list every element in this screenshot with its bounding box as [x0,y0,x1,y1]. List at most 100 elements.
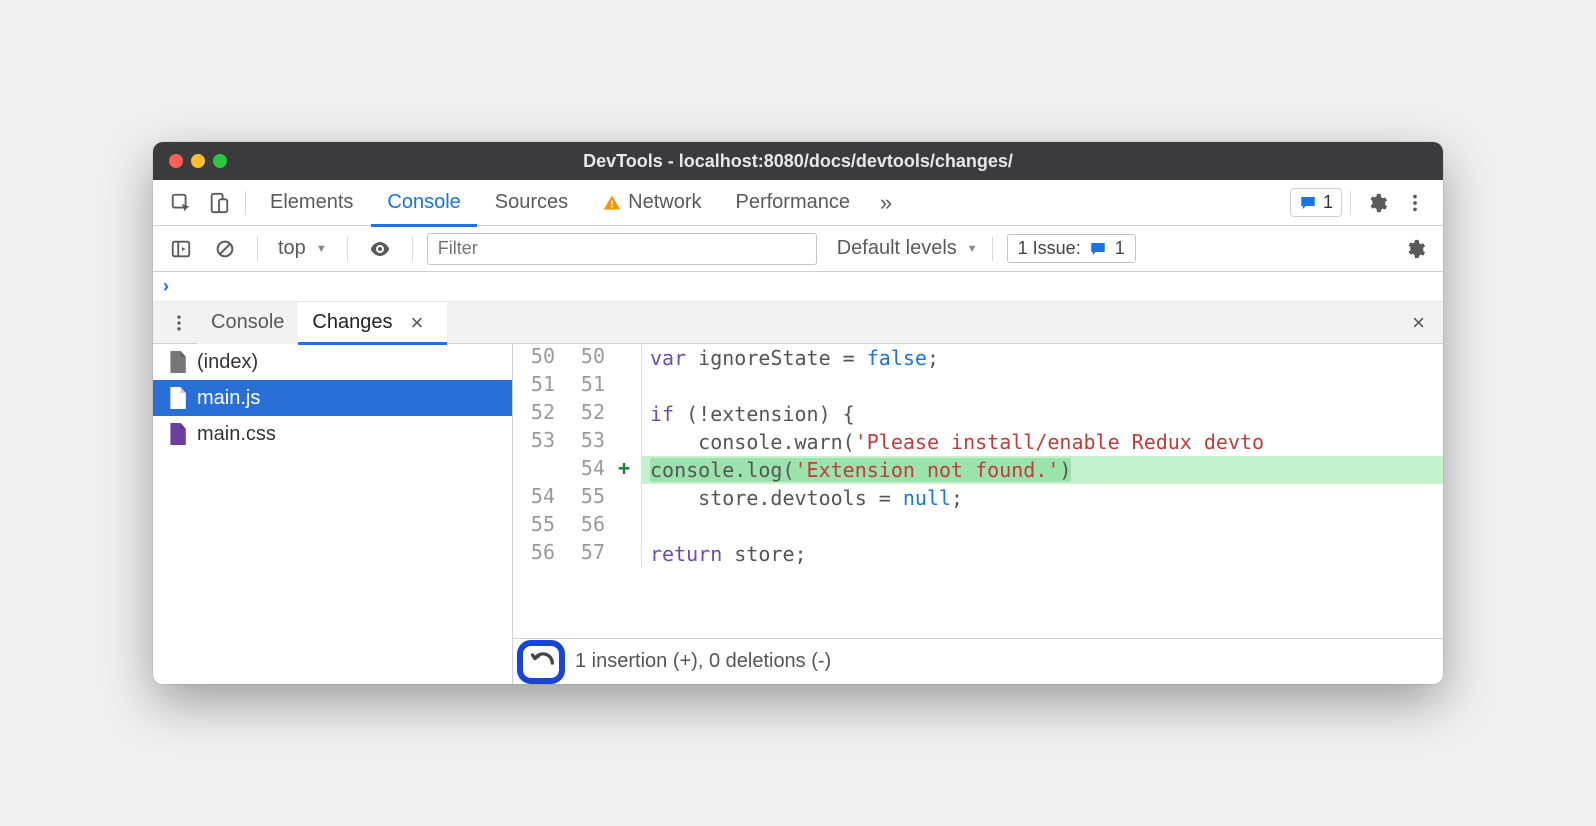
console-prompt[interactable]: › [153,272,1443,302]
new-line-number: 55 [563,484,613,512]
tab-sources[interactable]: Sources [479,180,584,226]
file-row[interactable]: (index) [153,344,512,380]
issues-button[interactable]: 1 Issue: 1 [1007,234,1136,263]
new-line-number: 56 [563,512,613,540]
close-window-button[interactable] [169,154,183,168]
separator [412,237,413,261]
window-title: DevTools - localhost:8080/docs/devtools/… [153,151,1443,172]
diff-line: 5657 return store; [513,540,1443,568]
drawer-header: Console Changes × × [153,302,1443,344]
separator [347,237,348,261]
diff-marker [613,400,635,428]
tab-elements[interactable]: Elements [254,180,369,226]
file-name: main.css [197,423,276,446]
log-levels-select[interactable]: Default levels [837,237,978,260]
diff-view[interactable]: 5050var ignoreState = false;51515252 if (… [513,344,1443,638]
close-tab-icon[interactable]: × [400,310,433,336]
titlebar: DevTools - localhost:8080/docs/devtools/… [153,142,1443,180]
diff-marker [613,344,635,372]
filter-input[interactable] [427,233,817,265]
tab-label: Network [628,191,701,214]
diff-marker [613,428,635,456]
code-cell: return store; [641,540,1443,568]
console-settings-icon[interactable] [1397,231,1433,267]
file-row[interactable]: main.js [153,380,512,416]
inspect-element-icon[interactable] [163,185,199,221]
separator [245,191,246,215]
kebab-menu-icon[interactable] [1397,185,1433,221]
message-icon [1299,194,1317,212]
context-select[interactable]: top [272,233,333,264]
live-expression-icon[interactable] [362,231,398,267]
js-file-icon [167,386,187,410]
old-line-number: 55 [513,512,563,540]
zoom-window-button[interactable] [213,154,227,168]
tab-label: Sources [495,191,568,214]
tab-label: Console [387,191,460,214]
code-cell: console.log('Extension not found.') [641,456,1443,484]
new-line-number: 52 [563,400,613,428]
code-cell: console.warn('Please install/enable Redu… [641,428,1443,456]
diff-marker [613,484,635,512]
diff-marker [613,512,635,540]
new-line-number: 57 [563,540,613,568]
code-cell [641,372,1443,400]
drawer-tab-label: Changes [312,311,392,334]
diff-line: 5050var ignoreState = false; [513,344,1443,372]
html-file-icon [167,350,187,374]
old-line-number: 56 [513,540,563,568]
diff-marker [613,372,635,400]
file-name: (index) [197,351,258,374]
warning-icon [602,193,622,213]
old-line-number: 52 [513,400,563,428]
old-line-number: 53 [513,428,563,456]
tab-label: Performance [736,191,851,214]
new-line-number: 53 [563,428,613,456]
diff-pane: 5050var ignoreState = false;51515252 if (… [513,344,1443,684]
issues-count: 1 [1115,238,1125,259]
file-row[interactable]: main.css [153,416,512,452]
close-drawer-icon[interactable]: × [1402,310,1435,336]
levels-label: Default levels [837,237,957,260]
device-toolbar-icon[interactable] [201,185,237,221]
file-name: main.js [197,387,260,410]
tabs-overflow-button[interactable]: » [868,185,904,221]
settings-icon[interactable] [1359,185,1395,221]
code-cell: store.devtools = null; [641,484,1443,512]
main-tabbar: Elements Console Sources Network Perform… [153,180,1443,226]
code-cell: if (!extension) { [641,400,1443,428]
tab-performance[interactable]: Performance [720,180,867,226]
diff-marker [613,540,635,568]
diff-line: 54+ console.log('Extension not found.') [513,456,1443,484]
tab-label: Elements [270,191,353,214]
diff-line: 5151 [513,372,1443,400]
css-file-icon [167,422,187,446]
separator [1350,191,1351,215]
drawer-menu-icon[interactable] [161,305,197,341]
revert-button[interactable] [523,642,563,682]
drawer-tab-console[interactable]: Console [197,302,298,344]
minimize-window-button[interactable] [191,154,205,168]
new-line-number: 51 [563,372,613,400]
diff-line: 5252 if (!extension) { [513,400,1443,428]
drawer-tab-changes[interactable]: Changes × [298,302,447,344]
new-line-number: 54 [563,456,613,484]
old-line-number [513,456,563,484]
code-cell [641,512,1443,540]
old-line-number: 51 [513,372,563,400]
filter-input-field[interactable] [438,238,806,259]
changes-summary: 1 insertion (+), 0 deletions (-) [575,650,831,673]
issues-badge[interactable]: 1 [1290,188,1342,217]
context-label: top [278,237,306,260]
show-sidebar-icon[interactable] [163,231,199,267]
changes-body: (index) main.js main.css 5050var ignoreSta… [153,344,1443,684]
diff-line: 5353 console.warn('Please install/enable… [513,428,1443,456]
clear-console-icon[interactable] [207,231,243,267]
overflow-glyph: » [880,190,892,216]
tab-console[interactable]: Console [371,180,476,226]
code-cell: var ignoreState = false; [641,344,1443,372]
separator [992,237,993,261]
tab-network[interactable]: Network [586,180,717,226]
devtools-window: DevTools - localhost:8080/docs/devtools/… [153,142,1443,684]
old-line-number: 54 [513,484,563,512]
